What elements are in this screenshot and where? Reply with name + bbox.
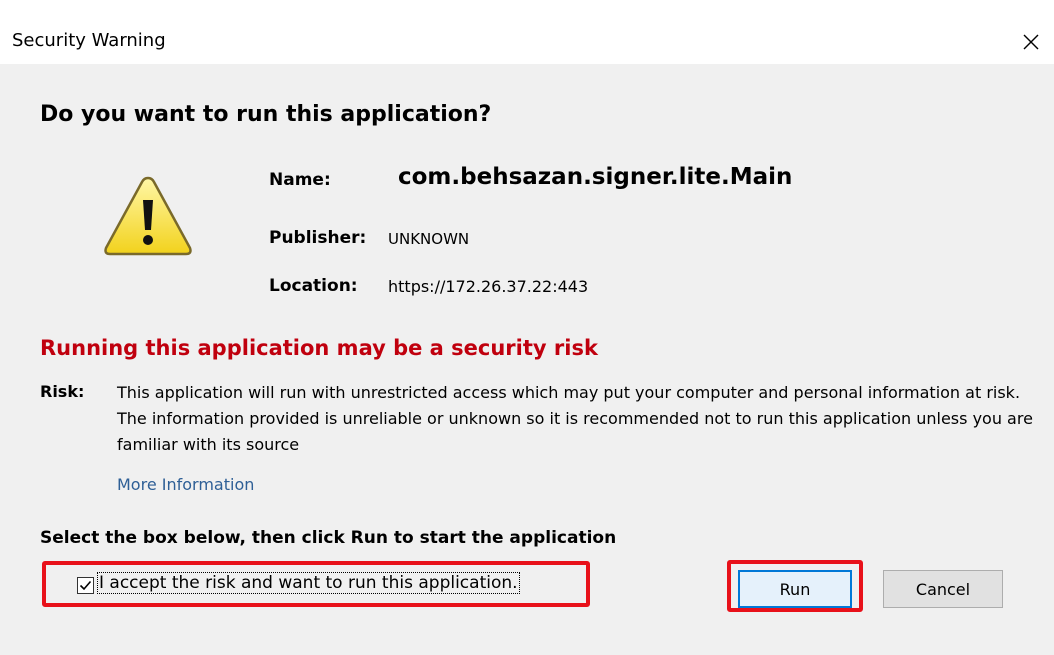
location-value: https://172.26.37.22:443: [388, 277, 589, 296]
close-icon: [1023, 34, 1039, 50]
more-information-link[interactable]: More Information: [117, 475, 254, 494]
title-bar: Security Warning: [0, 20, 1054, 64]
location-label: Location:: [269, 276, 358, 296]
run-button[interactable]: Run: [738, 570, 852, 608]
background-strip: [0, 0, 1054, 20]
accept-risk-label[interactable]: I accept the risk and want to run this a…: [97, 572, 520, 594]
checkmark-icon: [79, 580, 92, 591]
name-value: com.behsazan.signer.lite.Main: [398, 164, 793, 190]
cancel-button[interactable]: Cancel: [883, 570, 1003, 608]
risk-description: This application will run with unrestric…: [117, 383, 1033, 454]
dialog-body: Do you want to run this application? Nam…: [0, 64, 1054, 655]
warning-triangle-icon: [104, 176, 192, 256]
instruction-text: Select the box below, then click Run to …: [40, 528, 617, 548]
publisher-label: Publisher:: [269, 228, 367, 248]
accept-risk-checkbox[interactable]: [77, 577, 94, 594]
dialog-headline: Do you want to run this application?: [40, 102, 492, 127]
risk-label: Risk:: [40, 382, 85, 401]
publisher-value: UNKNOWN: [388, 230, 470, 248]
risk-heading: Running this application may be a securi…: [40, 336, 598, 360]
name-label: Name:: [269, 170, 331, 190]
window-title: Security Warning: [12, 30, 166, 51]
close-button[interactable]: [1008, 20, 1054, 64]
